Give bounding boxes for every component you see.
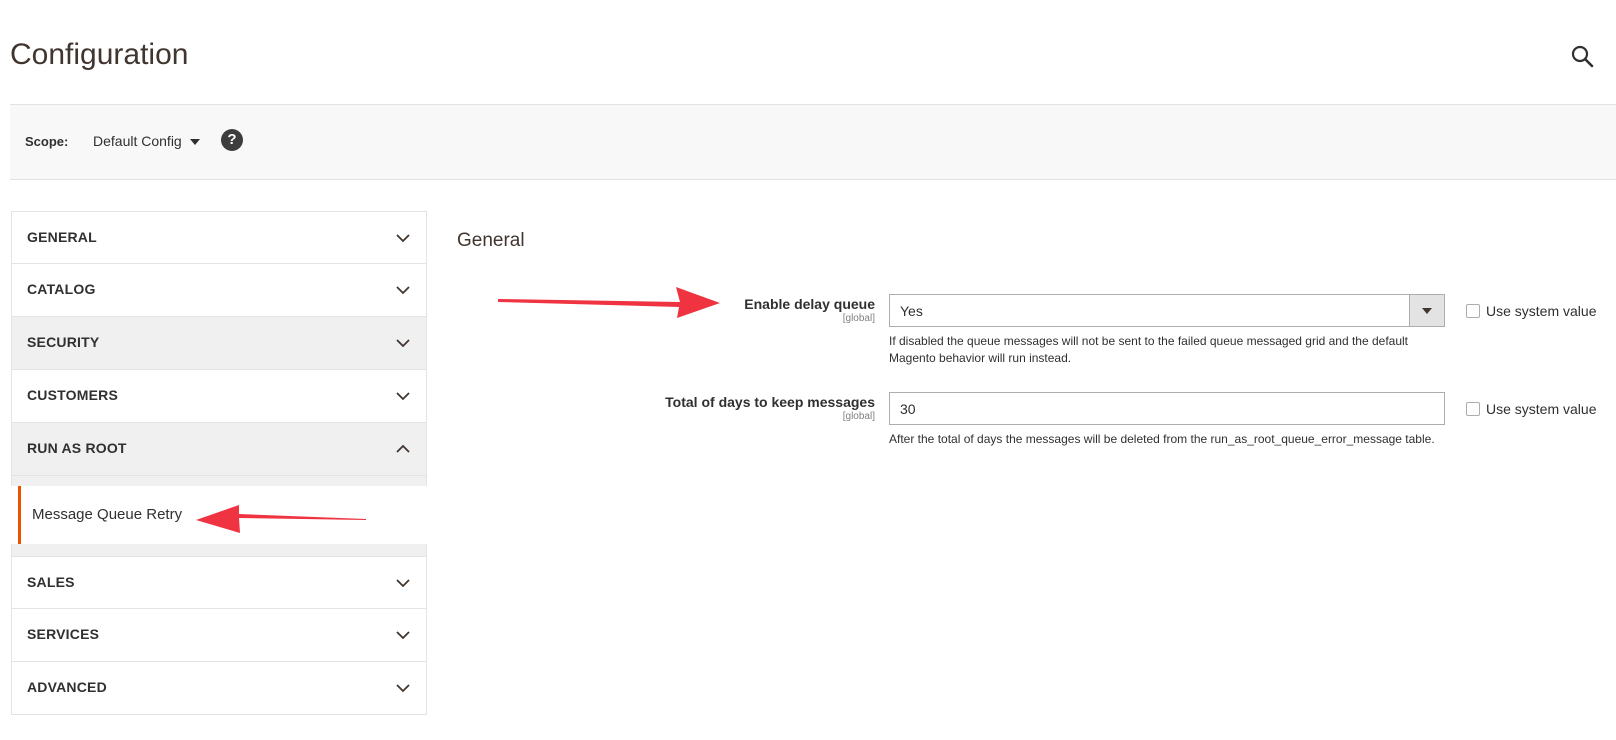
enable-delay-queue-select[interactable]: Yes — [889, 294, 1445, 327]
checkbox[interactable] — [1466, 402, 1480, 416]
sidebar-item-label: CUSTOMERS — [27, 387, 118, 403]
caret-down-icon — [189, 139, 200, 145]
field-scope: [global] — [842, 313, 875, 324]
chevron-down-icon — [396, 392, 410, 401]
use-system-value-label: Use system value — [1486, 303, 1597, 319]
sidebar-item-customers[interactable]: CUSTOMERS — [11, 370, 427, 423]
sidebar-item-run-as-root[interactable]: RUN AS ROOT — [11, 423, 427, 476]
field-scope: [global] — [842, 411, 875, 422]
chevron-down-icon — [396, 339, 410, 348]
chevron-down-icon — [396, 286, 410, 295]
page-title: Configuration — [10, 38, 189, 71]
chevron-up-icon — [396, 444, 410, 453]
chevron-down-icon — [396, 684, 410, 693]
section-title: General — [457, 230, 525, 251]
scope-value: Default Config — [93, 133, 182, 149]
sidebar-item-label: CATALOG — [27, 281, 96, 297]
sidebar-item-label: SECURITY — [27, 334, 100, 350]
chevron-down-icon — [1409, 295, 1444, 326]
sidebar-item-general[interactable]: GENERAL — [11, 211, 427, 264]
subsection-divider — [11, 544, 427, 556]
search-icon[interactable] — [1570, 44, 1596, 70]
days-to-keep-input[interactable] — [889, 392, 1445, 425]
sidebar-item-label: SERVICES — [27, 626, 100, 642]
chevron-down-icon — [396, 579, 410, 588]
sidebar-item-label: SALES — [27, 574, 75, 590]
field-label: Enable delay queue — [744, 296, 875, 312]
use-system-value-label: Use system value — [1486, 401, 1597, 417]
sidebar-subitem-label: Message Queue Retry — [32, 506, 183, 523]
scope-bar: Scope: Default Config ? — [10, 104, 1616, 180]
sidebar-item-services[interactable]: SERVICES — [11, 609, 427, 662]
subsection-divider — [11, 476, 427, 486]
chevron-down-icon — [396, 631, 410, 640]
sidebar-item-label: GENERAL — [27, 229, 97, 245]
field-label: Total of days to keep messages — [665, 394, 875, 410]
sidebar-item-advanced[interactable]: ADVANCED — [11, 662, 427, 715]
field-note: After the total of days the messages wil… — [889, 432, 1435, 446]
help-icon[interactable]: ? — [221, 129, 243, 151]
scope-label: Scope: — [25, 134, 69, 149]
field-note: If disabled the queue messages will not … — [889, 334, 1409, 365]
checkbox[interactable] — [1466, 304, 1480, 318]
config-sidebar: GENERAL CATALOG SECURITY CUSTOMERS RUN A… — [11, 211, 427, 715]
scope-switcher[interactable]: Default Config — [93, 133, 200, 149]
select-value: Yes — [900, 303, 923, 319]
sidebar-subitem-message-queue-retry[interactable]: Message Queue Retry — [18, 486, 427, 544]
sidebar-item-label: ADVANCED — [27, 679, 107, 695]
chevron-down-icon — [396, 234, 410, 243]
sidebar-item-security[interactable]: SECURITY — [11, 317, 427, 370]
use-system-value-checkbox[interactable]: Use system value — [1466, 303, 1596, 319]
sidebar-item-label: RUN AS ROOT — [27, 440, 127, 456]
sidebar-item-sales[interactable]: SALES — [11, 556, 427, 609]
use-system-value-checkbox[interactable]: Use system value — [1466, 401, 1596, 417]
sidebar-item-catalog[interactable]: CATALOG — [11, 264, 427, 317]
